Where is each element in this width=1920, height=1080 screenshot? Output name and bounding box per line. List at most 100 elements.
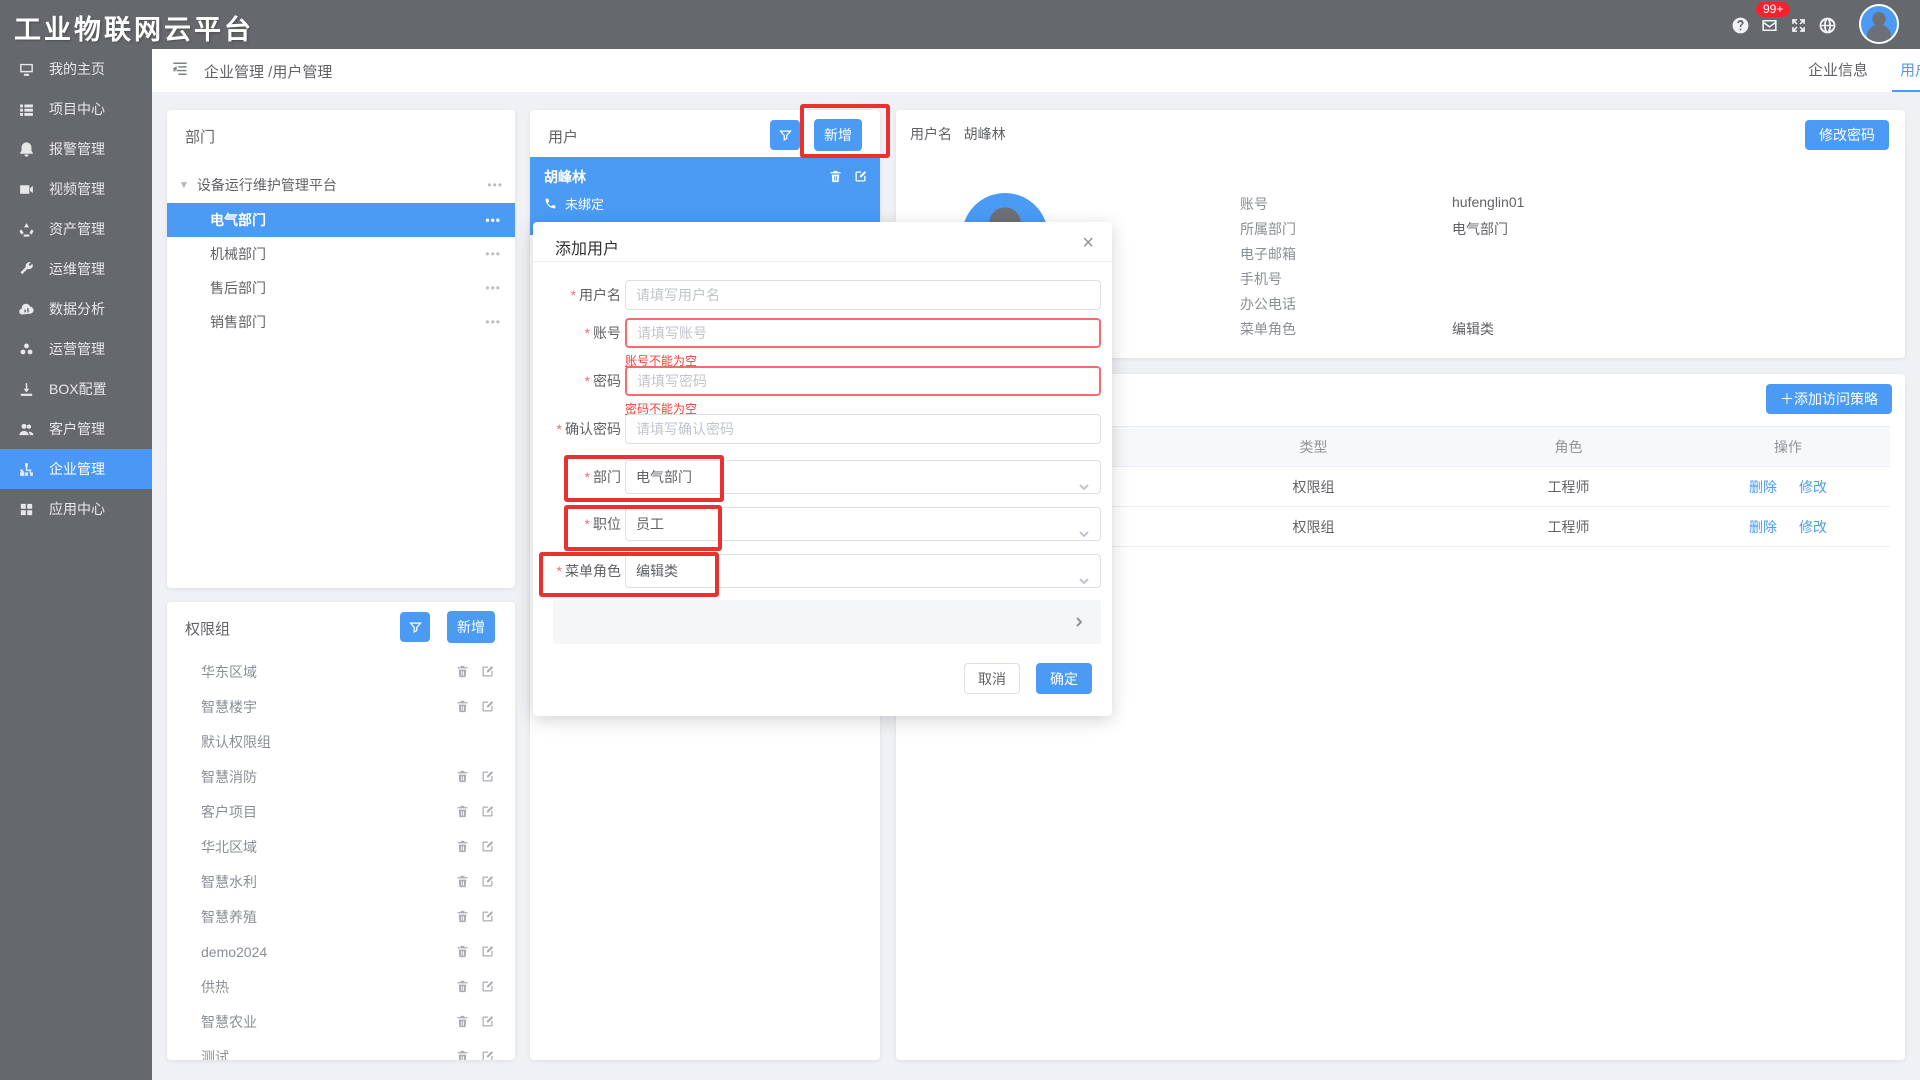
trash-icon[interactable] bbox=[455, 664, 470, 679]
edit-icon[interactable] bbox=[480, 804, 495, 819]
trash-icon[interactable] bbox=[455, 699, 470, 714]
tab-user-management[interactable]: 用户管理 bbox=[1892, 49, 1920, 92]
department-panel: 部门 ▼ 设备运行维护管理平台 ••• 电气部门 ••• 机械部门 ••• 售后… bbox=[167, 110, 515, 588]
permission-group-row[interactable]: 智慧养殖 bbox=[167, 899, 515, 934]
trash-icon[interactable] bbox=[455, 804, 470, 819]
add-permission-group-button[interactable]: 新增 bbox=[447, 611, 495, 643]
sidebar-item-enterprise[interactable]: 企业管理 bbox=[0, 449, 152, 489]
user-name-label: 用户名 bbox=[910, 126, 952, 142]
permission-group-row[interactable]: 客户项目 bbox=[167, 794, 515, 829]
tree-root-platform[interactable]: ▼ 设备运行维护管理平台 ••• bbox=[179, 170, 503, 200]
trash-icon[interactable] bbox=[455, 944, 470, 959]
cancel-button[interactable]: 取消 bbox=[964, 663, 1020, 694]
permission-group-row[interactable]: 测试 bbox=[167, 1039, 515, 1060]
edit-icon[interactable] bbox=[853, 169, 868, 184]
permission-group-row[interactable]: 华北区域 bbox=[167, 829, 515, 864]
column-header: 类型 bbox=[1176, 437, 1451, 457]
edit-icon[interactable] bbox=[480, 839, 495, 854]
permission-group-row[interactable]: 智慧消防 bbox=[167, 759, 515, 794]
language-globe-icon[interactable] bbox=[1816, 14, 1838, 36]
trash-icon[interactable] bbox=[828, 169, 843, 184]
username-input[interactable] bbox=[625, 280, 1101, 310]
user-avatar[interactable] bbox=[1859, 4, 1899, 44]
tree-item-mechanical[interactable]: 机械部门 ••• bbox=[167, 237, 515, 271]
delete-link[interactable]: 删除 bbox=[1749, 479, 1777, 495]
permission-group-row[interactable]: 智慧水利 bbox=[167, 864, 515, 899]
menu-role-label: *菜单角色 bbox=[533, 556, 621, 586]
more-icon[interactable]: ••• bbox=[487, 178, 503, 192]
more-icon[interactable]: ••• bbox=[485, 247, 501, 261]
menu-role-select[interactable]: 编辑类 bbox=[625, 554, 1101, 588]
menu-fold-icon[interactable] bbox=[170, 61, 190, 79]
more-icon[interactable]: ••• bbox=[485, 281, 501, 295]
tree-item-electrical[interactable]: 电气部门 ••• bbox=[167, 203, 515, 237]
edit-icon[interactable] bbox=[480, 1049, 495, 1060]
edit-icon[interactable] bbox=[480, 1014, 495, 1029]
edit-icon[interactable] bbox=[480, 909, 495, 924]
sidebar-item-analytics[interactable]: 数据分析 bbox=[0, 289, 152, 329]
tree-item-aftersales[interactable]: 售后部门 ••• bbox=[167, 271, 515, 305]
edit-link[interactable]: 修改 bbox=[1799, 479, 1827, 495]
monitor-icon bbox=[18, 61, 35, 78]
permission-group-row[interactable]: 华东区域 bbox=[167, 654, 515, 689]
change-password-button[interactable]: 修改密码 bbox=[1805, 120, 1889, 150]
help-icon[interactable] bbox=[1729, 14, 1751, 36]
sidebar-item-box-config[interactable]: BOX配置 bbox=[0, 369, 152, 409]
sidebar-item-operations[interactable]: 运营管理 bbox=[0, 329, 152, 369]
edit-icon[interactable] bbox=[480, 769, 495, 784]
add-user-button[interactable]: 新增 bbox=[814, 119, 862, 151]
policy-type: 权限组 bbox=[1176, 477, 1451, 497]
delete-link[interactable]: 删除 bbox=[1749, 519, 1777, 535]
edit-icon[interactable] bbox=[480, 979, 495, 994]
password-input[interactable] bbox=[625, 366, 1101, 396]
edit-link[interactable]: 修改 bbox=[1799, 519, 1827, 535]
account-input[interactable] bbox=[625, 318, 1101, 348]
caret-down-icon[interactable]: ▼ bbox=[179, 180, 189, 191]
permission-group-row[interactable]: 智慧农业 bbox=[167, 1004, 515, 1039]
more-icon[interactable]: ••• bbox=[485, 315, 501, 329]
sidebar-item-maintenance[interactable]: 运维管理 bbox=[0, 249, 152, 289]
trash-icon[interactable] bbox=[455, 839, 470, 854]
sidebar-item-assets[interactable]: 资产管理 bbox=[0, 209, 152, 249]
trash-icon[interactable] bbox=[455, 769, 470, 784]
permission-group-row[interactable]: demo2024 bbox=[167, 934, 515, 969]
edit-icon[interactable] bbox=[480, 699, 495, 714]
trash-icon[interactable] bbox=[455, 979, 470, 994]
permission-group-row[interactable]: 默认权限组 bbox=[167, 724, 515, 759]
confirm-password-input[interactable] bbox=[625, 414, 1101, 444]
confirm-button[interactable]: 确定 bbox=[1036, 663, 1092, 694]
notification-badge: 99+ bbox=[1756, 2, 1790, 17]
trash-icon[interactable] bbox=[455, 1049, 470, 1060]
filter-button[interactable] bbox=[400, 612, 430, 642]
trash-icon[interactable] bbox=[455, 909, 470, 924]
add-access-policy-button[interactable]: ＋添加访问策略 bbox=[1766, 384, 1892, 414]
account-label: *账号 bbox=[533, 318, 621, 348]
edit-icon[interactable] bbox=[480, 874, 495, 889]
more-icon[interactable]: ••• bbox=[485, 213, 501, 227]
tree-item-sales[interactable]: 销售部门 ••• bbox=[167, 305, 515, 339]
edit-icon[interactable] bbox=[480, 944, 495, 959]
recycle-icon bbox=[18, 221, 35, 238]
message-icon[interactable] bbox=[1758, 14, 1780, 36]
department-select[interactable]: 电气部门 bbox=[625, 460, 1101, 494]
filter-button[interactable] bbox=[770, 120, 800, 150]
sidebar-item-customers[interactable]: 客户管理 bbox=[0, 409, 152, 449]
permission-group-row[interactable]: 智慧楼宇 bbox=[167, 689, 515, 724]
permission-group-row[interactable]: 供热 bbox=[167, 969, 515, 1004]
collapsed-section[interactable] bbox=[553, 600, 1101, 644]
sidebar-item-alarms[interactable]: 报警管理 bbox=[0, 129, 152, 169]
close-icon[interactable]: × bbox=[1082, 232, 1094, 255]
sidebar-item-projects[interactable]: 项目中心 bbox=[0, 89, 152, 129]
nodes-icon bbox=[18, 341, 35, 358]
tab-enterprise-info[interactable]: 企业信息 bbox=[1800, 49, 1876, 92]
trash-icon[interactable] bbox=[455, 874, 470, 889]
sidebar-item-video[interactable]: 视频管理 bbox=[0, 169, 152, 209]
position-select[interactable]: 员工 bbox=[625, 507, 1101, 541]
sidebar-item-home[interactable]: 我的主页 bbox=[0, 49, 152, 89]
add-user-modal: 添加用户 × *用户名 *账号 账号不能为空 *密码 密码不能为空 *确认密码 … bbox=[533, 222, 1112, 716]
edit-icon[interactable] bbox=[480, 664, 495, 679]
trash-icon[interactable] bbox=[455, 1014, 470, 1029]
funnel-icon bbox=[778, 128, 793, 143]
sidebar-item-app-center[interactable]: 应用中心 bbox=[0, 489, 152, 529]
fullscreen-icon[interactable] bbox=[1787, 14, 1809, 36]
